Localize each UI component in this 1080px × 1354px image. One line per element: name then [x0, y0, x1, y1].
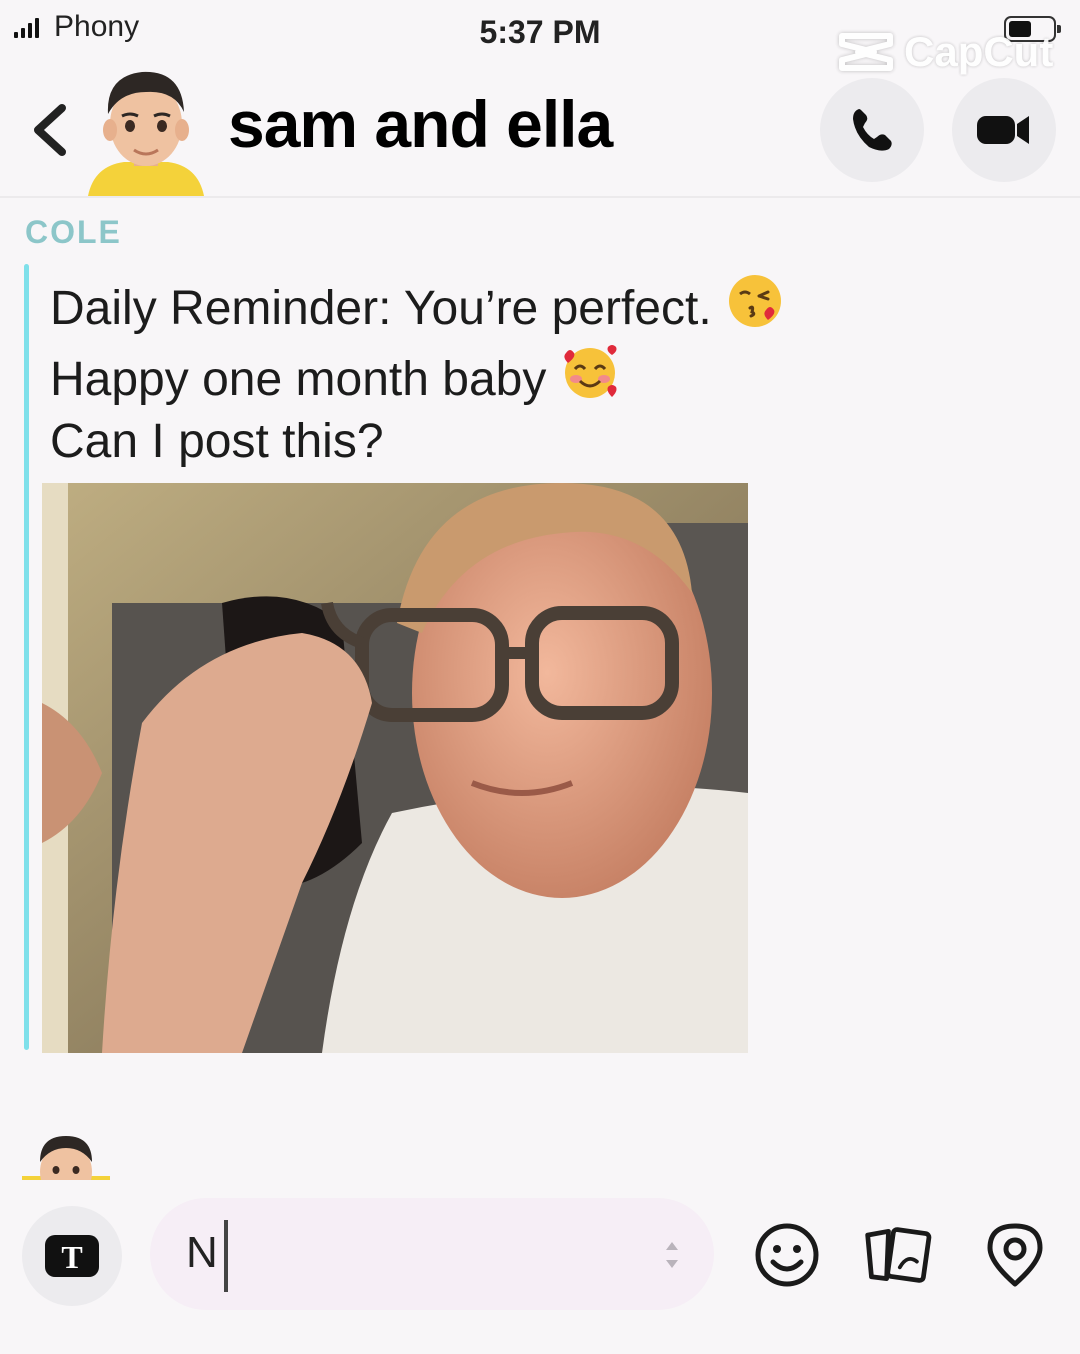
- capcut-watermark: CapCut: [838, 28, 1053, 76]
- message-line-2: Happy one month baby: [50, 353, 547, 406]
- smiling-face-with-hearts-icon: [560, 343, 620, 413]
- chevron-left-icon: [34, 104, 66, 156]
- call-button[interactable]: [820, 78, 924, 182]
- bitmoji-avatar[interactable]: [84, 54, 208, 196]
- smiley-icon: [755, 1223, 819, 1287]
- map-button[interactable]: [980, 1220, 1050, 1290]
- face-blowing-kiss-icon: [726, 272, 784, 342]
- chat-input-value: N: [186, 1228, 218, 1277]
- chat-title[interactable]: sam and ella: [228, 86, 613, 162]
- message-line-1: Daily Reminder: You’re perfect.: [50, 282, 712, 335]
- text-tool-button[interactable]: T: [22, 1206, 122, 1306]
- photo-attachment[interactable]: [42, 483, 748, 1053]
- expand-handle-icon[interactable]: [664, 1236, 680, 1274]
- text-T-icon: T: [45, 1235, 99, 1277]
- video-camera-icon: [977, 116, 1029, 144]
- message-text[interactable]: Happy one month baby: [50, 343, 620, 413]
- message-accent-bar: [24, 264, 29, 1050]
- watermark-text: CapCut: [904, 28, 1054, 75]
- back-button[interactable]: [28, 100, 74, 160]
- cards-button[interactable]: [862, 1220, 932, 1290]
- bitmoji-avatar-small: [22, 1132, 110, 1180]
- phone-icon: [853, 109, 892, 151]
- map-pin-icon: [987, 1223, 1043, 1287]
- sender-name: COLE: [25, 214, 122, 250]
- cards-icon: [865, 1227, 932, 1283]
- emoji-button[interactable]: [752, 1220, 822, 1290]
- capcut-logo-icon: [839, 33, 893, 71]
- text-caret: [224, 1220, 228, 1292]
- header-divider: [0, 196, 1080, 198]
- chat-input[interactable]: [150, 1198, 714, 1310]
- svg-text:T: T: [61, 1239, 82, 1275]
- message-text[interactable]: Daily Reminder: You’re perfect.: [50, 272, 784, 342]
- video-call-button[interactable]: [952, 78, 1056, 182]
- message-text[interactable]: Can I post this?: [50, 414, 384, 469]
